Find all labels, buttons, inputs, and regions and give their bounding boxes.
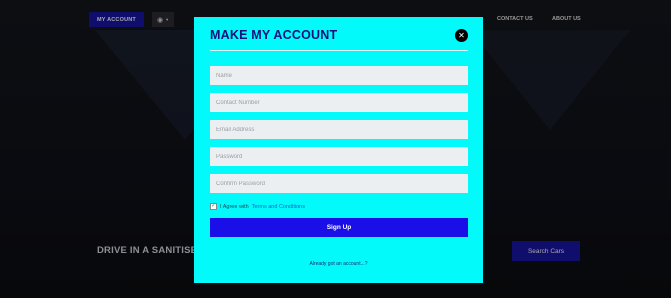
signup-button[interactable]: Sign Up bbox=[210, 218, 468, 237]
email-field[interactable] bbox=[210, 120, 468, 139]
close-icon[interactable]: ✕ bbox=[455, 29, 468, 42]
agree-label: I Agree with bbox=[220, 203, 249, 210]
modal-title: MAKE MY ACCOUNT bbox=[210, 28, 338, 42]
confirm-password-field[interactable] bbox=[210, 174, 468, 193]
name-field[interactable] bbox=[210, 66, 468, 85]
password-field[interactable] bbox=[210, 147, 468, 166]
divider bbox=[210, 50, 468, 51]
page: MY ACCOUNT ◉ ▼ CONTACT US ABOUT US DRIVE… bbox=[0, 0, 671, 298]
terms-checkbox[interactable]: ✓ bbox=[210, 203, 217, 210]
terms-link[interactable]: Terms and Conditions bbox=[252, 204, 305, 210]
terms-agreement: ✓ I Agree with Terms and Conditions bbox=[210, 203, 305, 210]
login-link[interactable]: Already got an account...? bbox=[194, 261, 483, 267]
signup-modal: MAKE MY ACCOUNT ✕ ✓ I Agree with Terms a… bbox=[194, 17, 483, 283]
contact-number-field[interactable] bbox=[210, 93, 468, 112]
